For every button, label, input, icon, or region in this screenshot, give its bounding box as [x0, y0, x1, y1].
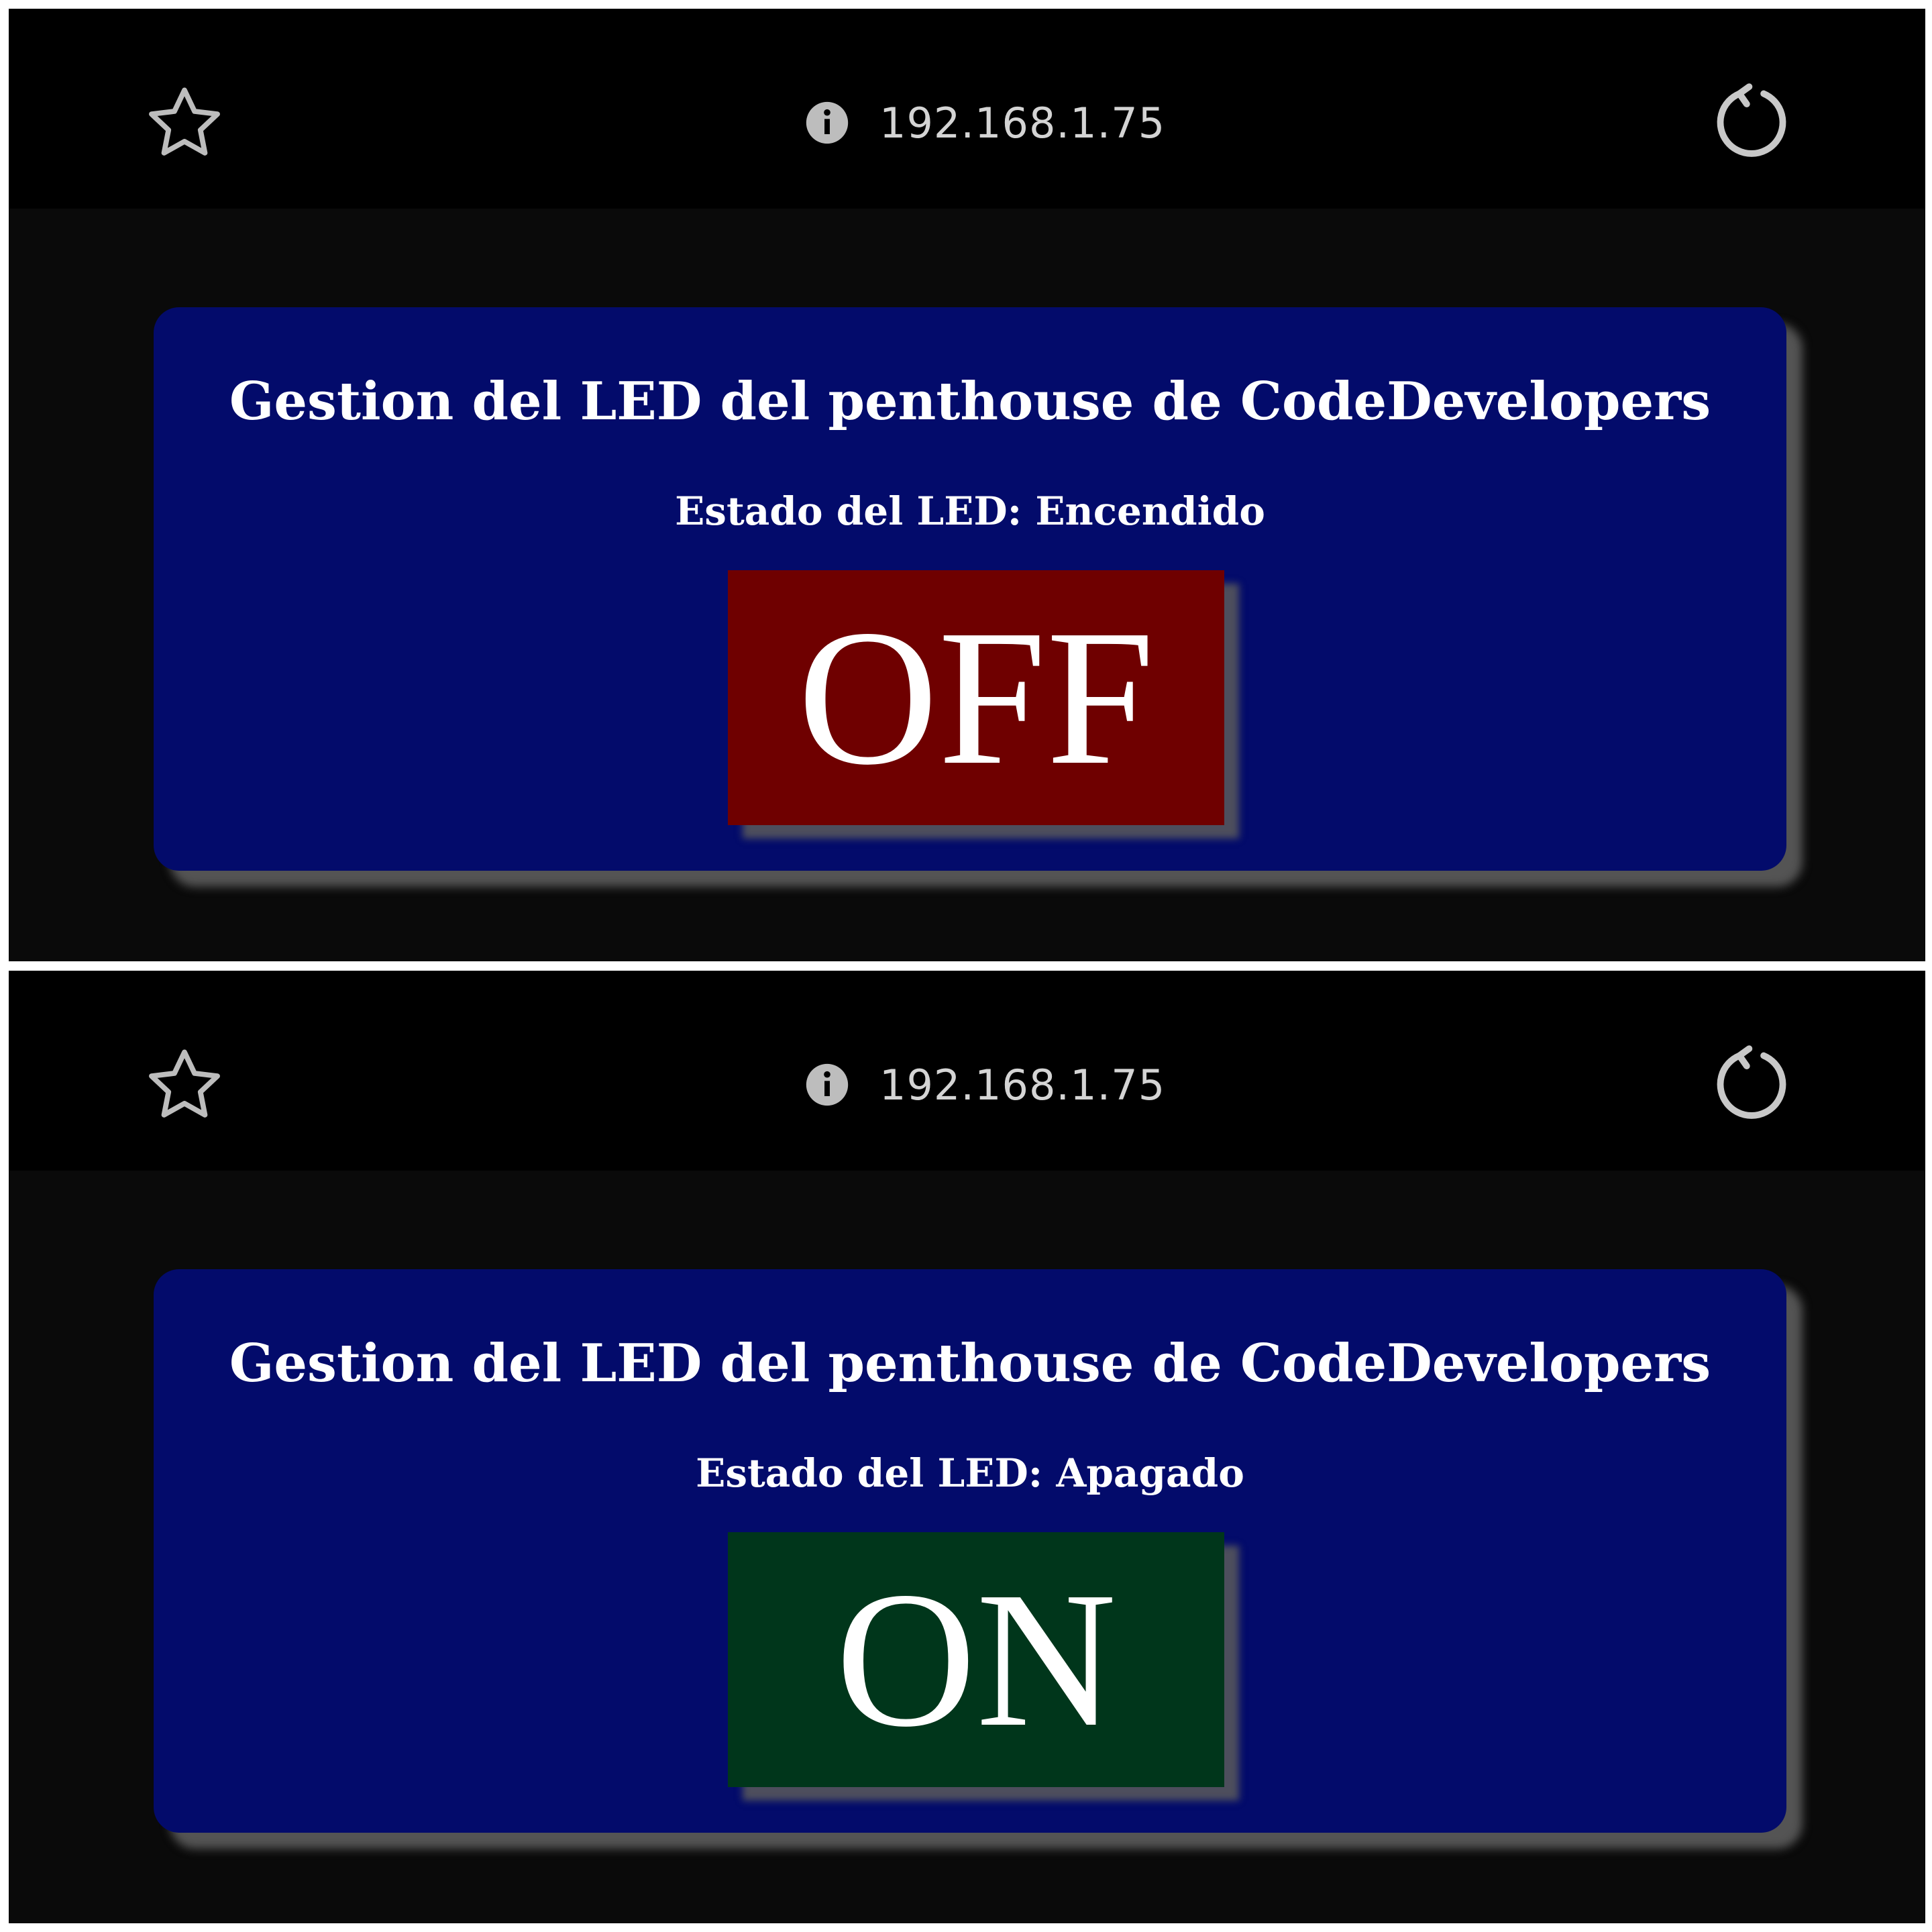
url-field[interactable]: 192.168.1.75	[804, 96, 1165, 150]
screenshot-top: 192.168.1.75 Gestion del LED del penthou…	[9, 9, 1925, 961]
star-icon[interactable]	[143, 1043, 226, 1126]
info-icon[interactable]	[804, 100, 850, 146]
reload-icon[interactable]	[1710, 1043, 1793, 1126]
reload-icon[interactable]	[1710, 81, 1793, 164]
led-control-card: Gestion del LED del penthouse de CodeDev…	[154, 307, 1786, 871]
browser-address-bar: 192.168.1.75	[9, 971, 1925, 1171]
led-control-card: Gestion del LED del penthouse de CodeDev…	[154, 1269, 1786, 1833]
browser-address-bar: 192.168.1.75	[9, 9, 1925, 209]
led-off-button[interactable]: OFF	[728, 570, 1224, 825]
led-status-text: Estado del LED: Encendido	[675, 488, 1265, 534]
page-title: Gestion del LED del penthouse de CodeDev…	[229, 371, 1711, 432]
url-text: 192.168.1.75	[879, 98, 1166, 148]
info-icon[interactable]	[804, 1062, 850, 1108]
led-on-button[interactable]: ON	[728, 1532, 1224, 1787]
url-field[interactable]: 192.168.1.75	[804, 1058, 1165, 1112]
led-status-text: Estado del LED: Apagado	[696, 1450, 1244, 1496]
page-title: Gestion del LED del penthouse de CodeDev…	[229, 1333, 1711, 1394]
screenshot-bottom: 192.168.1.75 Gestion del LED del penthou…	[9, 971, 1925, 1923]
star-icon[interactable]	[143, 81, 226, 164]
url-text: 192.168.1.75	[879, 1060, 1166, 1110]
